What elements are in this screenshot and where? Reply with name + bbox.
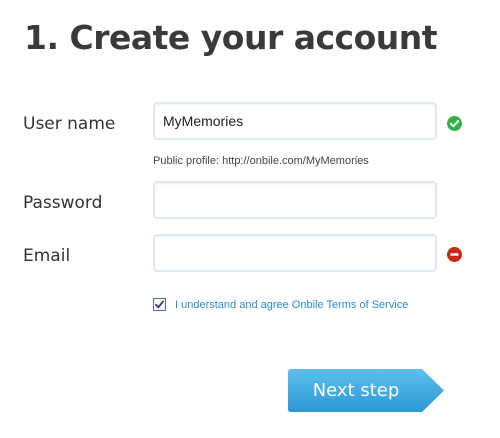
check-circle-icon bbox=[447, 116, 462, 131]
email-label: Email bbox=[23, 246, 71, 266]
terms-checkbox[interactable] bbox=[153, 298, 166, 311]
password-input[interactable] bbox=[153, 181, 437, 219]
terms-row: I understand and agree Onbile Terms of S… bbox=[153, 298, 408, 311]
next-step-button[interactable]: Next step bbox=[288, 369, 444, 412]
terms-link[interactable]: I understand and agree Onbile Terms of S… bbox=[175, 299, 408, 311]
public-profile-hint: Public profile: http://onbile.com/MyMemo… bbox=[153, 155, 369, 167]
username-input[interactable] bbox=[153, 102, 437, 140]
page-title: 1. Create your account bbox=[24, 18, 438, 57]
email-input[interactable] bbox=[153, 234, 437, 272]
next-step-button-shape bbox=[288, 369, 444, 412]
password-label: Password bbox=[23, 193, 103, 213]
username-label: User name bbox=[23, 114, 116, 134]
minus-circle-icon bbox=[447, 247, 462, 262]
